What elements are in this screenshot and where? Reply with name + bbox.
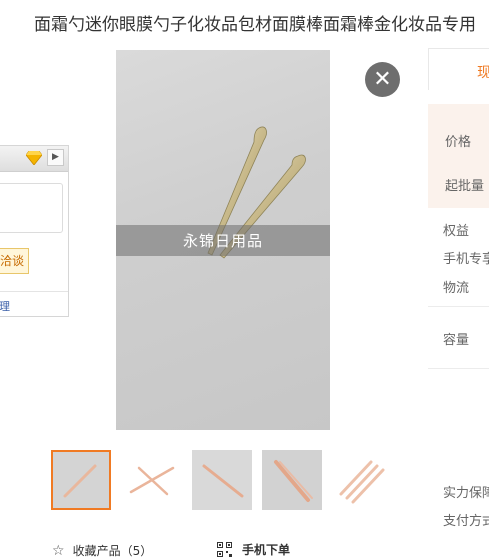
- min-batch-label: 起批量: [445, 179, 485, 194]
- divider: [428, 306, 489, 307]
- collect-product-button[interactable]: ☆ 收藏产品（5）: [52, 542, 152, 559]
- thumbnail-3[interactable]: [192, 450, 252, 510]
- close-button[interactable]: ✕: [365, 62, 400, 97]
- product-title: 面霜勺迷你眼膜勺子化妆品包材面膜棒面霜棒金化妆品专用: [34, 15, 476, 35]
- chat-widget-header: ▶: [0, 146, 68, 172]
- thumbnail-2[interactable]: [121, 450, 181, 510]
- payment-method-label: 支付方式: [443, 514, 489, 529]
- mobile-order-button[interactable]: 手机下单: [217, 541, 290, 558]
- mobile-order-label: 手机下单: [242, 543, 291, 557]
- divider: [428, 368, 489, 369]
- watermark-text: 永锦日用品: [182, 232, 263, 250]
- main-product-image[interactable]: 永锦日用品: [116, 50, 330, 430]
- chat-manage-link[interactable]: 理: [0, 291, 68, 314]
- benefits-label: 权益: [443, 224, 470, 239]
- chat-message-input[interactable]: [0, 183, 63, 233]
- thumbnail-1[interactable]: [51, 450, 111, 510]
- chat-widget: ▶ 洽谈 理: [0, 145, 69, 317]
- tab-spot-goods[interactable]: 现: [477, 62, 489, 82]
- price-label: 价格: [445, 135, 472, 150]
- thumbnail-4[interactable]: [262, 450, 322, 510]
- guarantee-label: 实力保障: [443, 486, 489, 501]
- capacity-label: 容量: [443, 333, 470, 348]
- collect-product-label: 收藏产品（5）: [72, 544, 153, 558]
- logistics-label: 物流: [443, 281, 470, 296]
- negotiate-button[interactable]: 洽谈: [0, 248, 29, 274]
- thumbnail-strip: [51, 450, 393, 512]
- mobile-exclusive-label: 手机专享: [443, 252, 489, 267]
- chevron-right-icon[interactable]: ▶: [47, 149, 64, 166]
- qr-code-icon: [217, 542, 232, 557]
- thumbnail-5[interactable]: [333, 450, 393, 510]
- diamond-icon: [26, 151, 42, 165]
